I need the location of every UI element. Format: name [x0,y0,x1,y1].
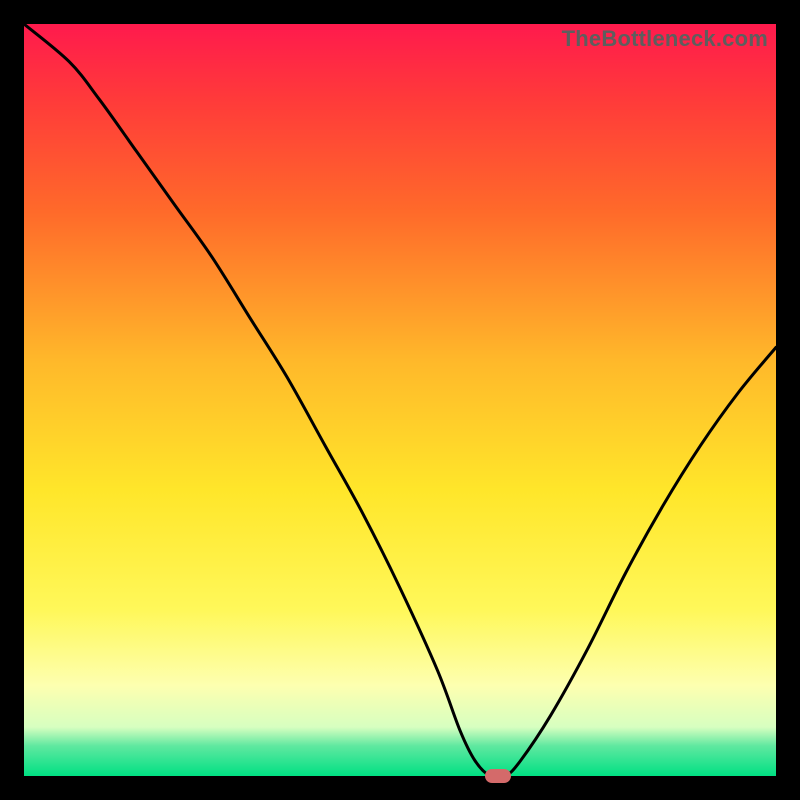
chart-frame: TheBottleneck.com [0,0,800,800]
optimal-point-marker [485,769,511,783]
chart-plot-area: TheBottleneck.com [24,24,776,776]
bottleneck-curve [24,24,776,776]
